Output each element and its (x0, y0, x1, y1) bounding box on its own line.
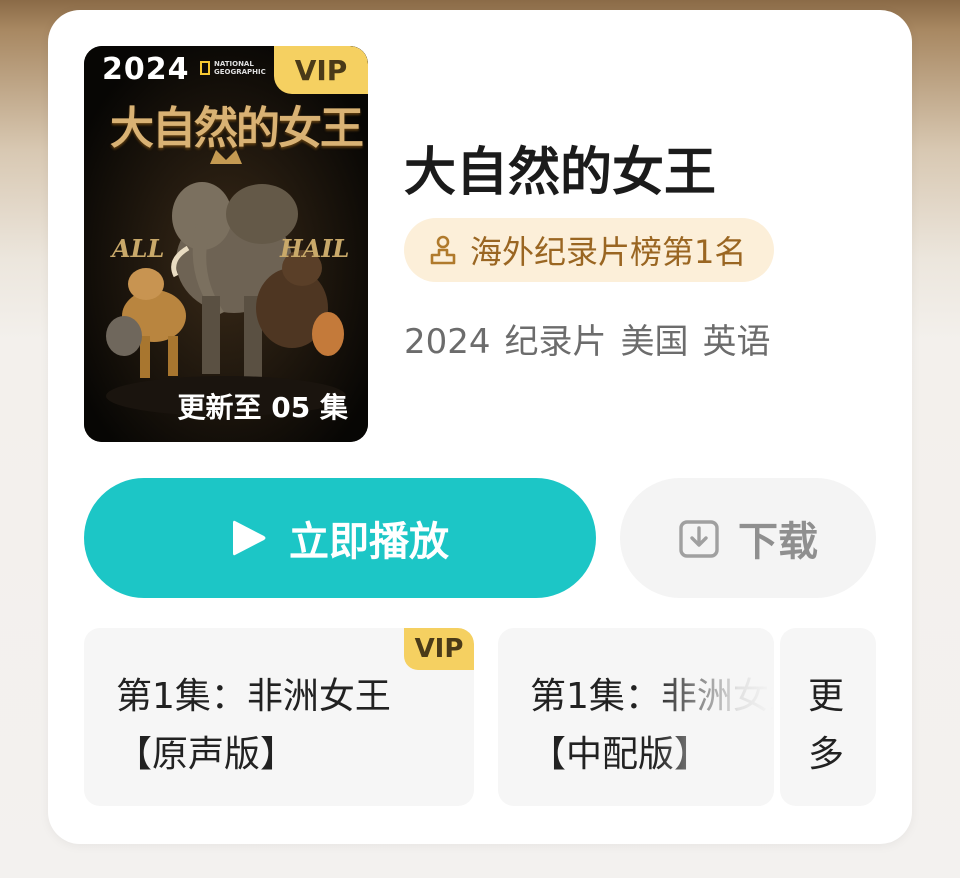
episode-card-dubbed[interactable]: 第1集：非洲女王 【中配版】 (498, 628, 774, 806)
poster[interactable]: 2024 NATIONAL GEOGRAPHIC VIP 大自然的女王 ALL H… (84, 46, 368, 442)
meta-language: 英语 (702, 322, 771, 362)
episode-vip-badge: VIP (404, 628, 474, 670)
download-label: 下载 (738, 519, 818, 565)
show-detail-card: 2024 NATIONAL GEOGRAPHIC VIP 大自然的女王 ALL H… (48, 10, 912, 844)
meta-year: 2024 (404, 322, 491, 362)
episode-card-original[interactable]: 第1集：非洲女王 【原声版】 VIP (84, 628, 474, 806)
poster-title-art: 大自然的女王 (110, 103, 364, 154)
poster-hail-right: HAIL (280, 234, 350, 263)
meta-region: 美国 (620, 322, 689, 362)
ng-line2: GEOGRAPHIC (214, 68, 266, 76)
download-button[interactable]: 下载 (620, 478, 876, 598)
update-status: 更新至 05 集 (177, 391, 348, 424)
ranking-badge[interactable]: 海外纪录片榜第1名 (404, 218, 775, 282)
ng-line1: NATIONAL (214, 60, 254, 68)
more-episodes-button[interactable]: 更多 (780, 628, 876, 806)
meta-genre: 纪录片 (504, 322, 607, 362)
ng-frame-icon (200, 61, 210, 75)
poster-vip-badge: VIP (274, 46, 368, 94)
fade-overlay (654, 628, 774, 806)
poster-year: 2024 (102, 52, 190, 87)
play-now-label: 立即播放 (289, 519, 449, 565)
play-now-button[interactable]: 立即播放 (84, 478, 596, 598)
trophy-podium-icon (430, 235, 456, 265)
episode-version: 【原声版】 (116, 734, 297, 775)
national-geographic-logo: NATIONAL GEOGRAPHIC (200, 60, 266, 76)
meta-info: 2024 纪录片 美国 英语 (404, 314, 785, 363)
download-icon (679, 520, 719, 558)
show-title: 大自然的女王 (404, 143, 717, 203)
poster-hail-left: ALL (112, 234, 165, 263)
play-triangle-icon (233, 520, 266, 556)
ranking-text: 海外纪录片榜第1名 (470, 233, 747, 271)
more-label: 更多 (808, 676, 845, 775)
episode-title: 第1集：非洲女王 (116, 676, 391, 717)
